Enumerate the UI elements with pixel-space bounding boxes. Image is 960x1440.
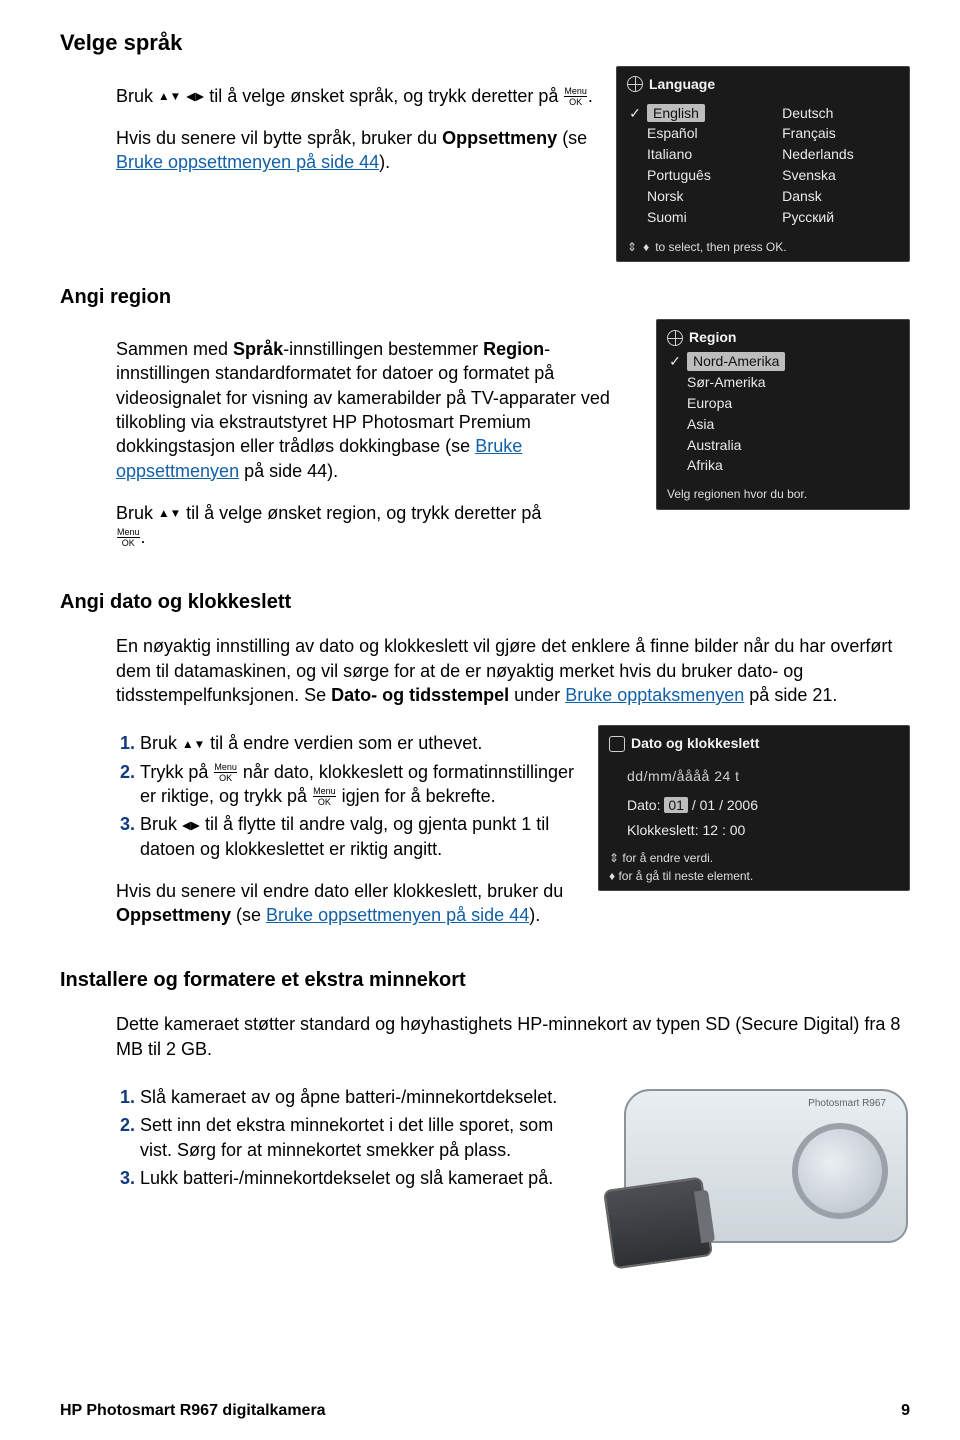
- heading-angi-region: Angi region: [60, 284, 910, 311]
- globe-icon: [667, 330, 683, 346]
- p-angi-region-1: Sammen med Språk-innstillingen bestemmer…: [116, 337, 638, 483]
- language-screenshot: Language ✓English Deutsch Español França…: [616, 66, 910, 262]
- heading-angi-dato: Angi dato og klokkeslett: [60, 589, 910, 616]
- p-velge-sprak-2: Hvis du senere vil bytte språk, bruker d…: [116, 126, 598, 175]
- up-down-icon: [158, 87, 181, 105]
- link-oppsettmenyen-1[interactable]: Bruke oppsettmenyen på side 44: [116, 152, 379, 172]
- heading-minnekort: Installere og formatere et ekstra minnek…: [60, 967, 910, 994]
- camera-illustration: Photosmart R967: [600, 1079, 910, 1269]
- heading-velge-sprak: Velge språk: [60, 28, 910, 58]
- up-down-icon: [158, 504, 181, 522]
- menu-ok-icon: MenuOK: [117, 528, 140, 548]
- p-angi-dato-1: En nøyaktig innstilling av dato og klokk…: [116, 634, 910, 707]
- steps-dato: Bruk til å endre verdien som er uthevet.…: [116, 731, 580, 860]
- up-down-icon: [182, 734, 205, 752]
- menu-ok-icon: MenuOK: [564, 87, 587, 107]
- sd-card-icon: [603, 1176, 713, 1269]
- p-angi-dato-2: Hvis du senere vil endre dato eller klok…: [116, 879, 580, 928]
- page-number: 9: [901, 1400, 910, 1422]
- p-angi-region-2: Bruk til å velge ønsket region, og trykk…: [116, 501, 638, 550]
- footer-title: HP Photosmart R967 digitalkamera: [60, 1400, 326, 1422]
- p-velge-sprak-1: Bruk til å velge ønsket språk, og trykk …: [116, 84, 598, 108]
- link-oppsettmenyen-3[interactable]: Bruke oppsettmenyen på side 44: [266, 905, 529, 925]
- left-right-icon: [182, 815, 200, 833]
- left-right-icon: [186, 87, 204, 105]
- updown-icon: [609, 851, 619, 865]
- updown-icon: [627, 239, 637, 255]
- region-screenshot: Region ✓Nord-Amerika Sør-Amerika Europa …: [656, 319, 910, 509]
- check-icon: ✓: [669, 352, 681, 371]
- check-icon: ✓: [629, 104, 641, 123]
- p-minnekort-1: Dette kameraet støtter standard og høyha…: [116, 1012, 910, 1061]
- calendar-icon: [609, 736, 625, 752]
- steps-minnekort: Slå kameraet av og åpne batteri-/minneko…: [116, 1085, 582, 1190]
- datetime-screenshot: Dato og klokkeslett dd/mm/åååå 24 t Dato…: [598, 725, 910, 891]
- menu-ok-icon: MenuOK: [313, 787, 336, 807]
- link-opptaksmenyen[interactable]: Bruke opptaksmenyen: [565, 685, 744, 705]
- menu-ok-icon: MenuOK: [214, 763, 237, 783]
- globe-icon: [627, 76, 643, 92]
